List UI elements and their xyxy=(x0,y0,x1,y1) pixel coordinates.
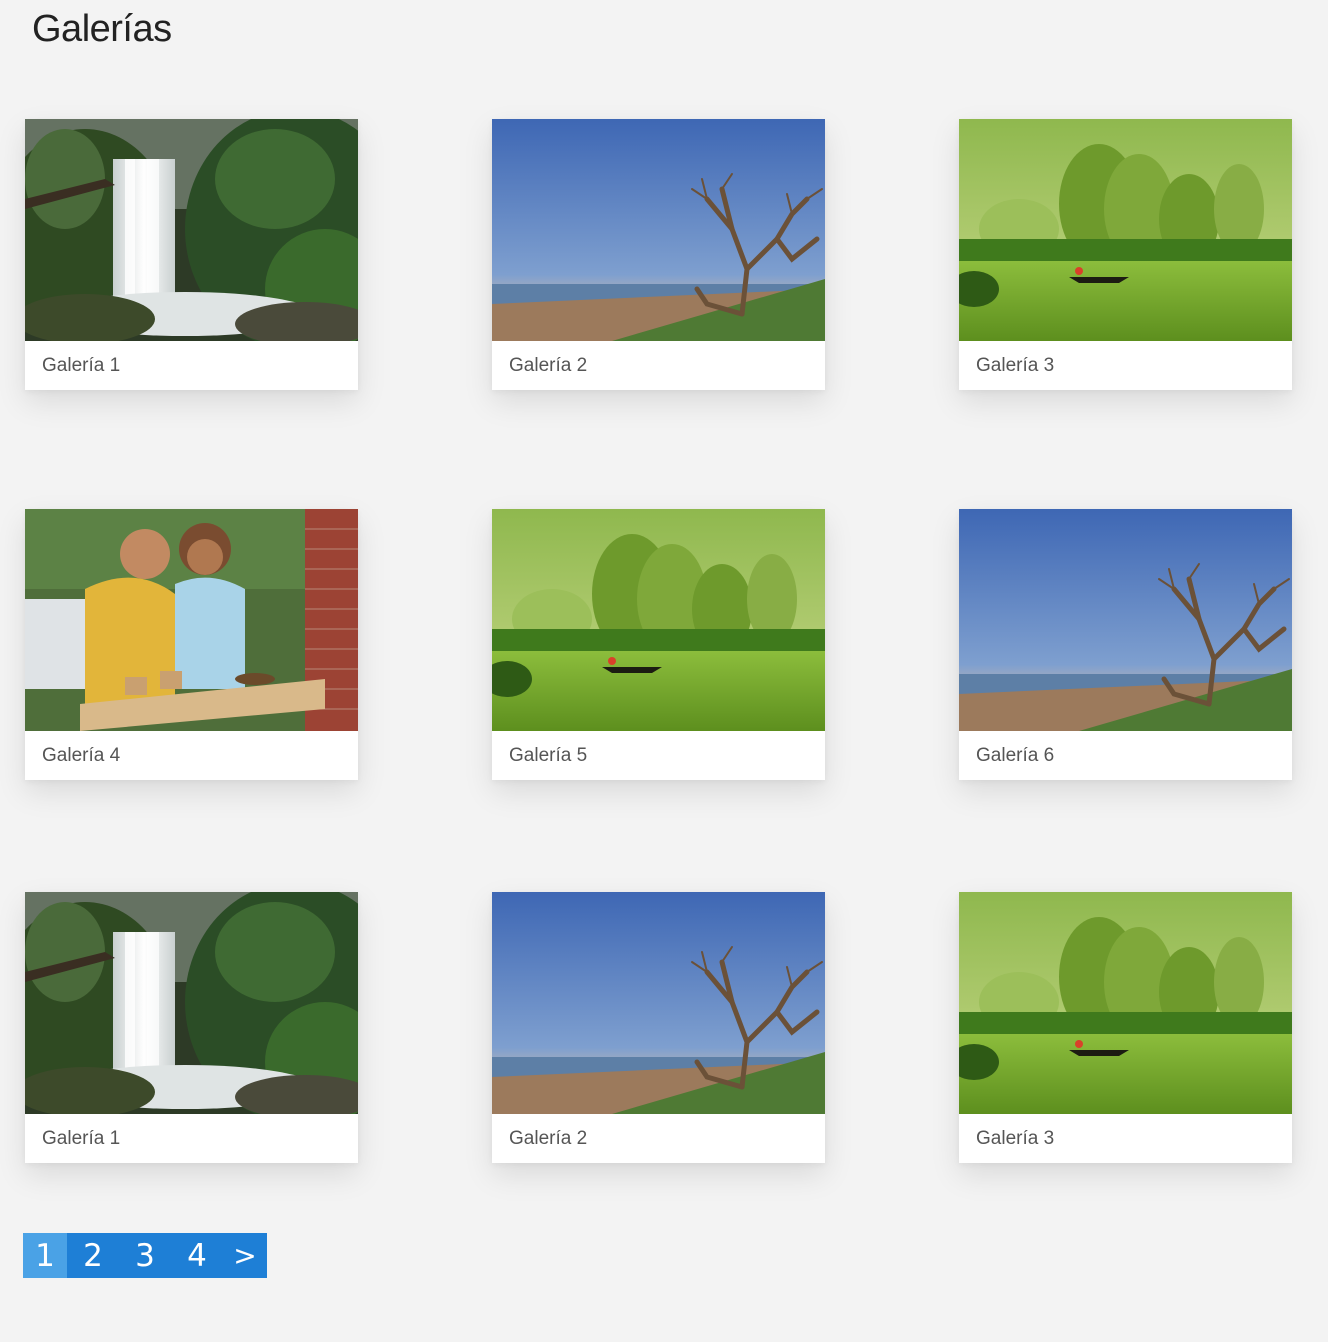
gallery-title: Galería 3 xyxy=(976,355,1055,376)
gallery-title: Galería 1 xyxy=(42,355,121,376)
gallery-card[interactable]: Galería 1 xyxy=(25,892,358,1163)
gallery-thumbnail[interactable] xyxy=(25,892,358,1114)
gallery-thumbnail[interactable] xyxy=(492,119,825,341)
gallery-card[interactable]: Galería 3 xyxy=(959,892,1292,1163)
gallery-thumbnail[interactable] xyxy=(959,509,1292,731)
page-3-button[interactable]: 3 xyxy=(119,1233,171,1278)
gallery-title: Galería 1 xyxy=(42,1128,121,1149)
page-2-button[interactable]: 2 xyxy=(67,1233,119,1278)
gallery-card[interactable]: Galería 2 xyxy=(492,119,825,390)
pagination: 1 2 3 4 > xyxy=(23,1233,267,1278)
page-4-button[interactable]: 4 xyxy=(171,1233,223,1278)
gallery-title: Galería 2 xyxy=(509,355,588,376)
gallery-title: Galería 4 xyxy=(42,745,121,766)
gallery-title: Galería 6 xyxy=(976,745,1055,766)
gallery-card[interactable]: Galería 1 xyxy=(25,119,358,390)
gallery-card[interactable]: Galería 2 xyxy=(492,892,825,1163)
next-page-button[interactable]: > xyxy=(223,1233,267,1278)
gallery-card[interactable]: Galería 3 xyxy=(959,119,1292,390)
gallery-card[interactable]: Galería 6 xyxy=(959,509,1292,780)
page-1-button[interactable]: 1 xyxy=(23,1233,67,1278)
page-title: Galerías xyxy=(32,8,172,50)
gallery-title: Galería 3 xyxy=(976,1128,1055,1149)
gallery-card[interactable]: Galería 5 xyxy=(492,509,825,780)
gallery-thumbnail[interactable] xyxy=(959,119,1292,341)
gallery-title: Galería 5 xyxy=(509,745,588,766)
gallery-title: Galería 2 xyxy=(509,1128,588,1149)
gallery-thumbnail[interactable] xyxy=(25,509,358,731)
gallery-thumbnail[interactable] xyxy=(959,892,1292,1114)
gallery-thumbnail[interactable] xyxy=(25,119,358,341)
gallery-card[interactable]: Galería 4 xyxy=(25,509,358,780)
gallery-thumbnail[interactable] xyxy=(492,892,825,1114)
gallery-thumbnail[interactable] xyxy=(492,509,825,731)
